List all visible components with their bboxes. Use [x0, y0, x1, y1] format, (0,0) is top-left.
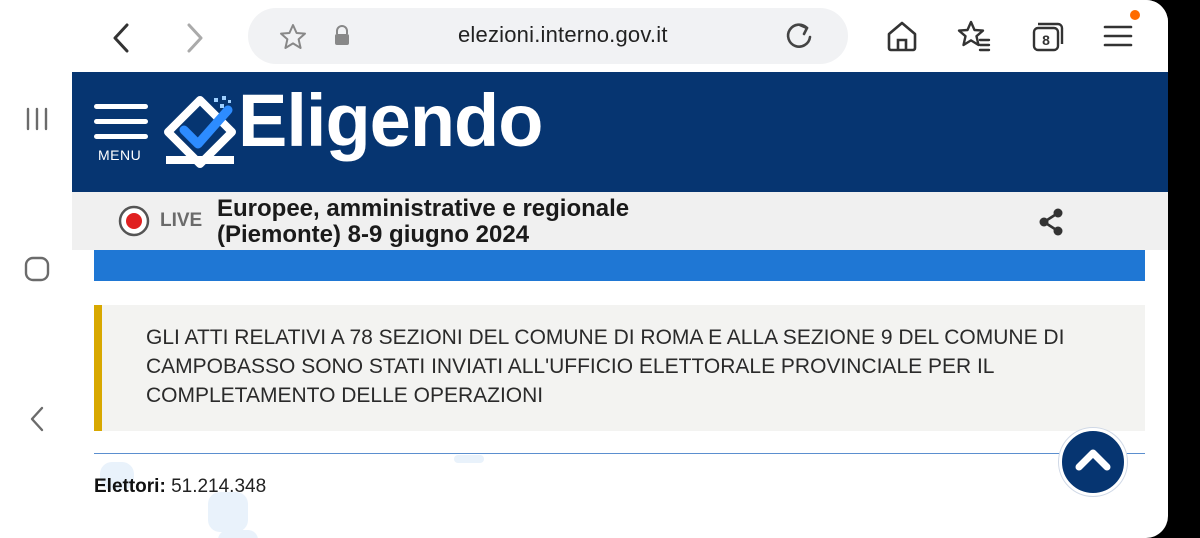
browser-toolbar: elezioni.interno.gov.it 8	[72, 0, 1168, 72]
background-decoration	[454, 455, 484, 463]
hamburger-icon[interactable]: MENU	[94, 102, 150, 166]
scroll-to-top-button[interactable]	[1059, 428, 1127, 496]
event-title-line2: (Piemonte) 8-9 giugno 2024	[217, 221, 530, 248]
elettori-value: 51.214.348	[171, 476, 267, 497]
site-header: MENU Eligendo	[72, 72, 1168, 192]
tab-count: 8	[1042, 32, 1050, 48]
home-page-icon[interactable]	[884, 18, 920, 54]
home-icon[interactable]	[22, 254, 52, 284]
chevron-up-icon	[1075, 449, 1111, 471]
notice-line: COMPLETAMENTO DELLE OPERAZIONI	[146, 384, 544, 407]
notice-text: GLI ATTI RELATIVI A 78 SEZIONI DEL COMUN…	[146, 323, 1106, 410]
section-tab-strip	[94, 250, 1145, 281]
back-icon[interactable]	[22, 404, 52, 434]
bookmarks-icon[interactable]	[956, 18, 992, 54]
address-bar[interactable]: elezioni.interno.gov.it	[248, 8, 848, 64]
chevron-right-icon[interactable]	[174, 18, 214, 58]
recents-icon[interactable]	[22, 104, 52, 134]
live-bar: LIVE Europee, amministrative e regionale…	[72, 192, 1168, 250]
event-title-line1: Europee, amministrative e regionale	[217, 195, 630, 222]
menu-icon[interactable]	[1100, 18, 1136, 54]
tabs-icon[interactable]: 8	[1028, 18, 1064, 54]
url-text[interactable]: elezioni.interno.gov.it	[458, 22, 668, 48]
elettori-label: Elettori:	[94, 476, 166, 497]
lock-icon	[332, 24, 352, 48]
menu-label: MENU	[98, 147, 142, 163]
divider	[94, 453, 1145, 454]
elettori-stat: Elettori: 51.214.348	[94, 476, 266, 498]
eligendo-logo-icon[interactable]	[162, 94, 240, 168]
device-screen: elezioni.interno.gov.it 8 MENU Eligendo …	[0, 0, 1168, 538]
record-icon	[118, 205, 150, 237]
background-decoration	[218, 530, 258, 538]
background-decoration	[208, 492, 248, 532]
notice-line: GLI ATTI RELATIVI A 78 SEZIONI DEL COMUN…	[146, 326, 1065, 349]
system-nav-bar	[0, 0, 72, 538]
reload-icon[interactable]	[783, 20, 815, 52]
notice-box: GLI ATTI RELATIVI A 78 SEZIONI DEL COMUN…	[94, 305, 1145, 431]
event-title[interactable]: Europee, amministrative e regionale (Pie…	[217, 196, 629, 248]
star-icon[interactable]	[278, 22, 308, 52]
notice-line: CAMPOBASSO SONO STATI INVIATI ALL'UFFICI…	[146, 355, 995, 378]
chevron-left-icon[interactable]	[102, 18, 142, 58]
notification-dot	[1130, 10, 1140, 20]
logo-text[interactable]: Eligendo	[238, 78, 543, 163]
share-icon[interactable]	[1038, 208, 1064, 236]
live-label: LIVE	[160, 210, 203, 231]
